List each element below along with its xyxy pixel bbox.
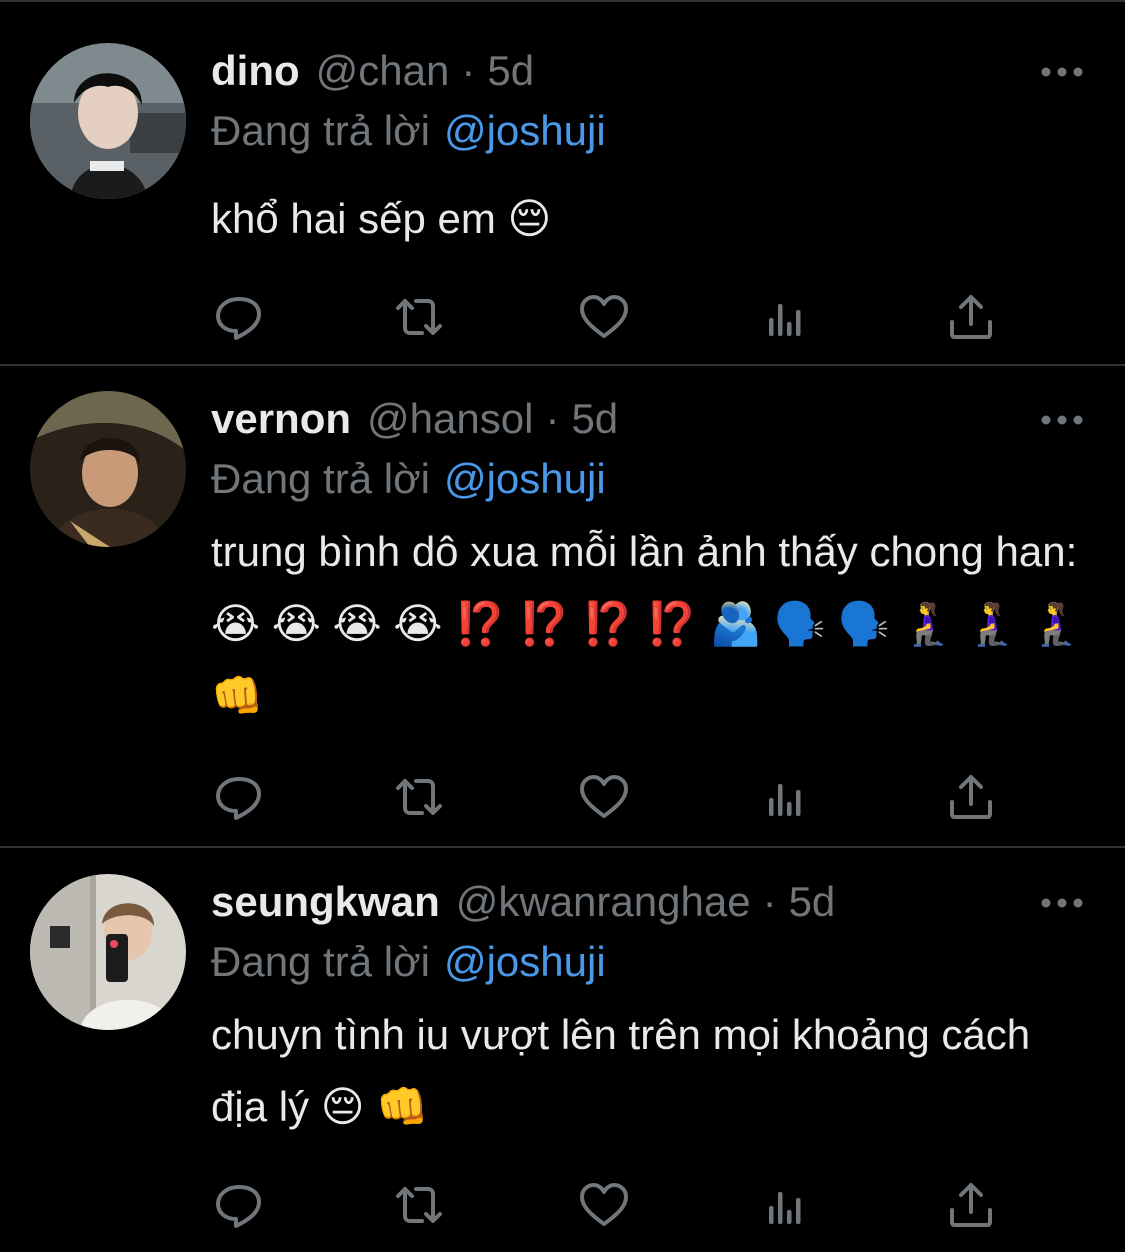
- tweet[interactable]: vernon @hansol · 5d Đang trả lời @joshuji…: [0, 366, 1125, 846]
- author-handle[interactable]: @chan: [316, 47, 450, 95]
- share-icon[interactable]: [944, 292, 998, 342]
- replying-to-mention[interactable]: @joshuji: [444, 938, 606, 985]
- reply-icon[interactable]: [212, 1180, 266, 1230]
- author-handle[interactable]: @hansol: [367, 395, 533, 443]
- tweet-header: dino @chan · 5d: [211, 47, 534, 101]
- like-icon[interactable]: [577, 772, 631, 822]
- retweet-icon[interactable]: [392, 1180, 446, 1230]
- tweet[interactable]: seungkwan @kwanranghae · 5d Đang trả lời…: [0, 848, 1125, 1252]
- author-name[interactable]: seungkwan: [211, 878, 440, 926]
- analytics-icon[interactable]: [760, 772, 814, 822]
- reply-icon[interactable]: [212, 292, 266, 342]
- tweet-text: khổ hai sếp em 😔: [211, 195, 552, 242]
- analytics-icon[interactable]: [760, 292, 814, 342]
- more-options-icon[interactable]: [1040, 893, 1084, 913]
- reply-icon[interactable]: [212, 772, 266, 822]
- share-icon[interactable]: [944, 772, 998, 822]
- timestamp[interactable]: 5d: [789, 878, 836, 926]
- timestamp[interactable]: 5d: [571, 395, 618, 443]
- tweet[interactable]: dino @chan · 5d Đang trả lời @joshuji khổ…: [0, 0, 1125, 364]
- more-options-icon[interactable]: [1040, 410, 1084, 430]
- replying-to: Đang trả lời @joshuji: [211, 455, 606, 503]
- like-icon[interactable]: [577, 292, 631, 342]
- replying-to-label: Đang trả lời: [211, 107, 430, 154]
- tweet-actions: [212, 772, 1012, 822]
- separator-dot: ·: [545, 395, 560, 442]
- author-name[interactable]: vernon: [211, 395, 351, 443]
- tweet-text: chuyn tình iu vượt lên trên mọi khoảng c…: [211, 1011, 1031, 1130]
- retweet-icon[interactable]: [392, 772, 446, 822]
- avatar[interactable]: [30, 43, 186, 199]
- replying-to: Đang trả lời @joshuji: [211, 938, 606, 986]
- tweet-actions: [212, 292, 1012, 342]
- analytics-icon[interactable]: [760, 1180, 814, 1230]
- timestamp[interactable]: 5d: [487, 47, 534, 95]
- avatar[interactable]: [30, 391, 186, 547]
- avatar[interactable]: [30, 874, 186, 1030]
- like-icon[interactable]: [577, 1180, 631, 1230]
- replying-to: Đang trả lời @joshuji: [211, 107, 606, 155]
- replying-to-mention[interactable]: @joshuji: [444, 455, 606, 502]
- retweet-icon[interactable]: [392, 292, 446, 342]
- tweet-text: trung bình dô xua mỗi lần ảnh thấy chong…: [211, 528, 1082, 719]
- author-handle[interactable]: @kwanranghae: [456, 878, 751, 926]
- tweet-actions: [212, 1180, 1012, 1230]
- separator-dot: ·: [762, 878, 777, 925]
- separator-dot: ·: [461, 47, 476, 94]
- author-name[interactable]: dino: [211, 47, 300, 95]
- share-icon[interactable]: [944, 1180, 998, 1230]
- tweet-header: vernon @hansol · 5d: [211, 395, 618, 449]
- replying-to-mention[interactable]: @joshuji: [444, 107, 606, 154]
- more-options-icon[interactable]: [1040, 62, 1084, 82]
- tweet-header: seungkwan @kwanranghae · 5d: [211, 878, 835, 932]
- replying-to-label: Đang trả lời: [211, 455, 430, 502]
- replying-to-label: Đang trả lời: [211, 938, 430, 985]
